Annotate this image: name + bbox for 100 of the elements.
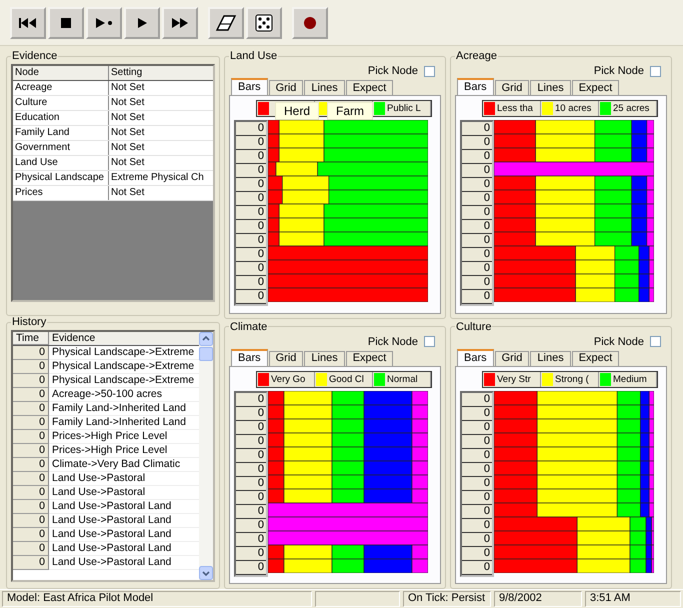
- scroll-down-icon[interactable]: [199, 566, 213, 580]
- table-cell[interactable]: Not Set: [109, 81, 213, 95]
- tab[interactable]: Lines: [304, 350, 345, 366]
- time-cell: 0: [13, 402, 49, 416]
- tab[interactable]: Expect: [572, 80, 620, 95]
- tab[interactable]: Lines: [530, 80, 571, 95]
- table-cell[interactable]: Acreage->50-100 acres: [49, 388, 199, 402]
- pick-node-checkbox[interactable]: [650, 66, 661, 76]
- row-label: 0: [462, 462, 492, 476]
- table-cell[interactable]: Extreme Physical Ch: [109, 171, 213, 185]
- table-cell[interactable]: Physical Landscape->Extreme: [49, 360, 199, 374]
- time-cell: 0: [13, 500, 49, 514]
- pick-node-checkbox[interactable]: [424, 336, 435, 347]
- time-cell: 0: [13, 542, 49, 556]
- row-label: 0: [236, 164, 266, 178]
- table-cell[interactable]: Family Land->Inherited Land: [49, 402, 199, 416]
- table-cell[interactable]: Not Set: [109, 156, 213, 170]
- table-cell[interactable]: Land Use: [13, 156, 109, 170]
- row-label: 0: [236, 518, 266, 532]
- column-header[interactable]: Time: [13, 332, 49, 345]
- table-cell[interactable]: Physical Landscape->Extreme: [49, 346, 199, 360]
- pick-node-checkbox[interactable]: [650, 336, 661, 347]
- table-cell[interactable]: Prices->High Price Level: [49, 430, 199, 444]
- legend-label: Good Cl: [329, 374, 364, 384]
- play-button[interactable]: [124, 6, 160, 38]
- pick-node-checkbox[interactable]: [424, 66, 435, 76]
- scrollbar[interactable]: [199, 332, 213, 580]
- row-label: 0: [236, 192, 266, 206]
- row-label: 0: [236, 546, 266, 560]
- table-cell[interactable]: Education: [13, 111, 109, 125]
- row-label: 0: [462, 560, 492, 574]
- table-cell[interactable]: Family Land: [13, 126, 109, 140]
- table-cell[interactable]: Not Set: [109, 111, 213, 125]
- tab[interactable]: Lines: [530, 350, 571, 366]
- table-cell[interactable]: Prices: [13, 186, 109, 200]
- table-cell[interactable]: Physical Landscape->Extreme: [49, 374, 199, 388]
- status-cell: 9/8/2002: [494, 591, 582, 607]
- scroll-up-icon[interactable]: [199, 332, 213, 346]
- tab[interactable]: Bars: [457, 78, 494, 95]
- stop-icon: [60, 16, 72, 28]
- tab[interactable]: Grid: [268, 350, 304, 366]
- table-cell[interactable]: Prices->High Price Level: [49, 444, 199, 458]
- first-button[interactable]: [10, 6, 46, 38]
- row-label: 0: [236, 392, 266, 406]
- row-label: 0: [462, 290, 492, 304]
- table-cell[interactable]: Climate->Very Bad Climatic: [49, 458, 199, 472]
- table-cell[interactable]: Land Use->Pastoral Land: [49, 528, 199, 542]
- row-label: 0: [236, 420, 266, 434]
- stop-button[interactable]: [48, 6, 84, 38]
- tab[interactable]: Grid: [268, 80, 304, 95]
- row-label: 0: [462, 150, 492, 164]
- table-cell[interactable]: Culture: [13, 96, 109, 110]
- table-cell[interactable]: Land Use->Pastoral Land: [49, 500, 199, 514]
- table-cell[interactable]: Physical Landscape: [13, 171, 109, 185]
- status-cell: Model: East Africa Pilot Model: [2, 591, 312, 607]
- row-label: 0: [462, 546, 492, 560]
- scroll-thumb[interactable]: [199, 347, 213, 361]
- dice-button[interactable]: [246, 6, 282, 38]
- fast-forward-icon: [171, 16, 189, 28]
- record-icon: [303, 16, 317, 30]
- fast-forward-button[interactable]: [162, 6, 198, 38]
- table-cell[interactable]: Not Set: [109, 96, 213, 110]
- row-label: 0: [236, 560, 266, 574]
- table-cell[interactable]: Not Set: [109, 141, 213, 155]
- status-cell: 3:51 AM: [585, 591, 681, 607]
- tab[interactable]: Expect: [346, 80, 394, 95]
- table-cell[interactable]: Land Use->Pastoral Land: [49, 514, 199, 528]
- tab[interactable]: Bars: [457, 348, 494, 366]
- tab[interactable]: Lines: [304, 80, 345, 95]
- step-button[interactable]: [86, 6, 122, 38]
- tab[interactable]: Bars: [231, 348, 268, 366]
- record-button[interactable]: [292, 6, 328, 38]
- column-header[interactable]: Setting: [109, 66, 213, 80]
- row-label: 0: [462, 504, 492, 518]
- table-cell[interactable]: Not Set: [109, 126, 213, 140]
- table-cell[interactable]: Family Land->Inherited Land: [49, 416, 199, 430]
- eraser-button[interactable]: [208, 6, 244, 38]
- row-label: 0: [236, 504, 266, 518]
- tab[interactable]: Expect: [346, 350, 394, 366]
- tab[interactable]: Grid: [494, 80, 530, 95]
- tooltip: Herd: [275, 102, 320, 120]
- step-icon: [95, 16, 113, 28]
- table-cell[interactable]: Land Use->Pastoral Land: [49, 542, 199, 556]
- column-header[interactable]: Node: [13, 66, 109, 80]
- row-label: 0: [462, 448, 492, 462]
- row-label: 0: [236, 234, 266, 248]
- time-cell: 0: [13, 346, 49, 360]
- tab[interactable]: Expect: [572, 350, 620, 366]
- table-cell[interactable]: Acreage: [13, 81, 109, 95]
- table-cell[interactable]: Land Use->Pastoral Land: [49, 556, 199, 570]
- tab[interactable]: Bars: [231, 78, 268, 95]
- table-cell[interactable]: Government: [13, 141, 109, 155]
- table-cell[interactable]: Land Use->Pastoral: [49, 472, 199, 486]
- table-cell[interactable]: Land Use->Pastoral: [49, 486, 199, 500]
- tab[interactable]: Grid: [494, 350, 530, 366]
- row-label: 0: [462, 276, 492, 290]
- table-cell[interactable]: Not Set: [109, 186, 213, 200]
- legend-label: Public L: [387, 103, 421, 114]
- row-label: 0: [462, 206, 492, 220]
- column-header[interactable]: Evidence: [49, 332, 199, 345]
